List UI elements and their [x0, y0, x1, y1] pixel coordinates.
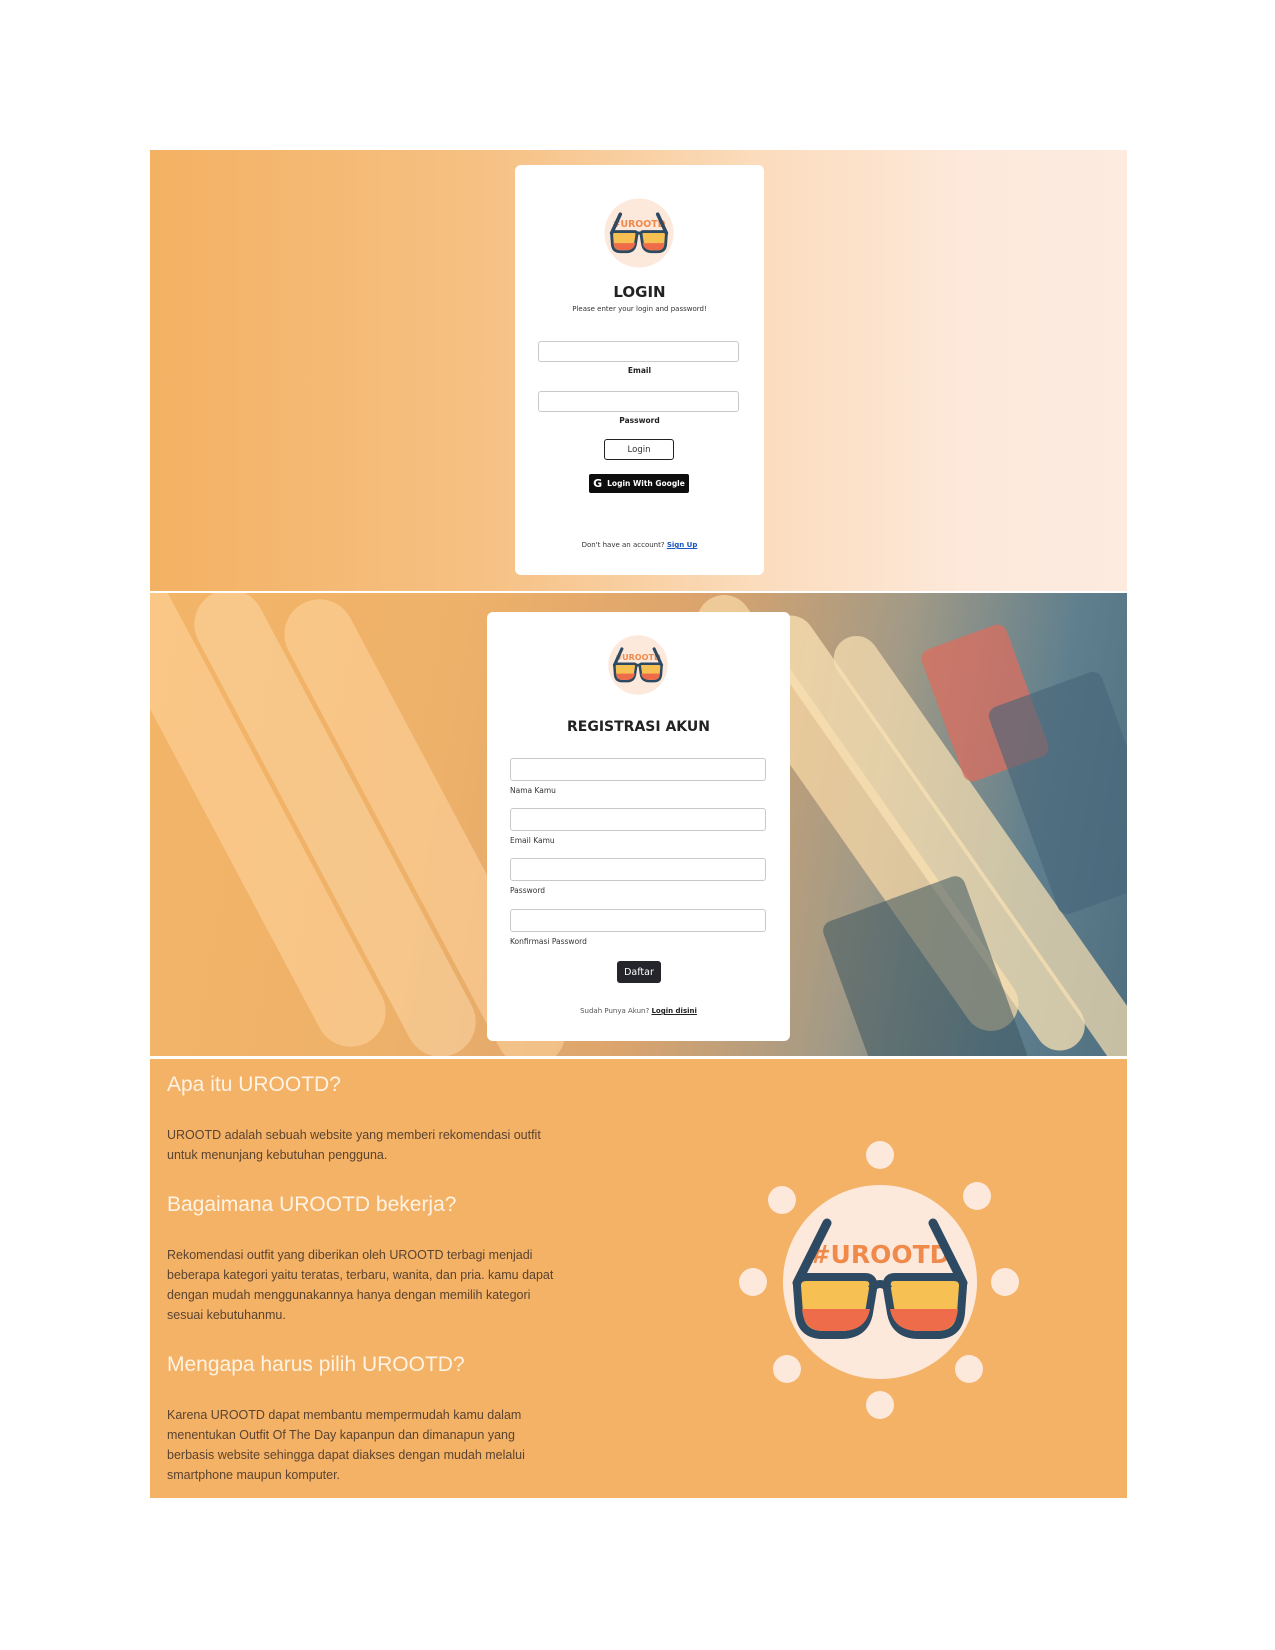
- password-label: Password: [619, 416, 660, 425]
- why-text: Karena UROOTD dapat membantu mempermudah…: [167, 1408, 525, 1482]
- login-here-link[interactable]: Login disini: [651, 1007, 696, 1015]
- google-login-label: Login With Google: [607, 479, 685, 488]
- google-icon: G: [593, 477, 603, 490]
- signup-prompt: Don't have an account? Sign Up: [515, 541, 764, 549]
- logo-text: #UROOTD: [615, 653, 661, 662]
- name-input[interactable]: [510, 758, 766, 781]
- password-input[interactable]: [538, 391, 739, 412]
- about-text: UROOTD adalah sebuah website yang member…: [167, 1128, 541, 1162]
- register-password-label: Password: [510, 886, 546, 895]
- have-account-text: Sudah Punya Akun?: [580, 1007, 650, 1015]
- why-heading: Mengapa harus pilih UROOTD?: [167, 1353, 465, 1376]
- register-email-input[interactable]: [510, 808, 766, 831]
- login-title: LOGIN: [613, 283, 666, 301]
- google-login-button[interactable]: G Login With Google: [589, 474, 689, 493]
- login-prompt: Sudah Punya Akun? Login disini: [487, 1007, 790, 1015]
- urootd-large-logo: #UROOTD: [739, 1141, 1019, 1419]
- login-subtitle: Please enter your login and password!: [572, 305, 707, 313]
- daftar-button[interactable]: Daftar: [617, 961, 661, 983]
- about-section: Apa itu UROOTD? UROOTD adalah sebuah web…: [150, 1059, 1127, 1498]
- about-heading: Apa itu UROOTD?: [167, 1073, 341, 1096]
- email-label: Email: [627, 366, 652, 375]
- login-section: #UROOTD LOGIN Please enter your login an…: [150, 150, 1127, 591]
- logo-text: #UROOTD: [613, 219, 666, 230]
- register-password-input[interactable]: [510, 858, 766, 881]
- large-logo-text: #UROOTD: [810, 1240, 951, 1269]
- register-email-label: Email Kamu: [510, 836, 555, 845]
- register-section: #UROOTD REGISTRASI AKUN Nama Kamu Email …: [150, 593, 1127, 1056]
- page-frame: #UROOTD LOGIN Please enter your login an…: [150, 150, 1127, 1498]
- how-heading: Bagaimana UROOTD bekerja?: [167, 1193, 457, 1216]
- how-text: Rekomendasi outfit yang diberikan oleh U…: [167, 1248, 554, 1322]
- signup-link[interactable]: Sign Up: [667, 541, 698, 549]
- name-label: Nama Kamu: [510, 786, 556, 795]
- urootd-logo: #UROOTD: [608, 635, 668, 695]
- confirm-password-label: Konfirmasi Password: [510, 937, 587, 946]
- urootd-logo: #UROOTD: [604, 198, 674, 268]
- confirm-password-input[interactable]: [510, 909, 766, 932]
- no-account-text: Don't have an account?: [581, 541, 665, 549]
- login-card: #UROOTD LOGIN Please enter your login an…: [515, 165, 764, 575]
- register-card: #UROOTD REGISTRASI AKUN Nama Kamu Email …: [487, 612, 790, 1041]
- login-button[interactable]: Login: [604, 439, 674, 460]
- register-title: REGISTRASI AKUN: [567, 719, 710, 735]
- email-input[interactable]: [538, 341, 739, 362]
